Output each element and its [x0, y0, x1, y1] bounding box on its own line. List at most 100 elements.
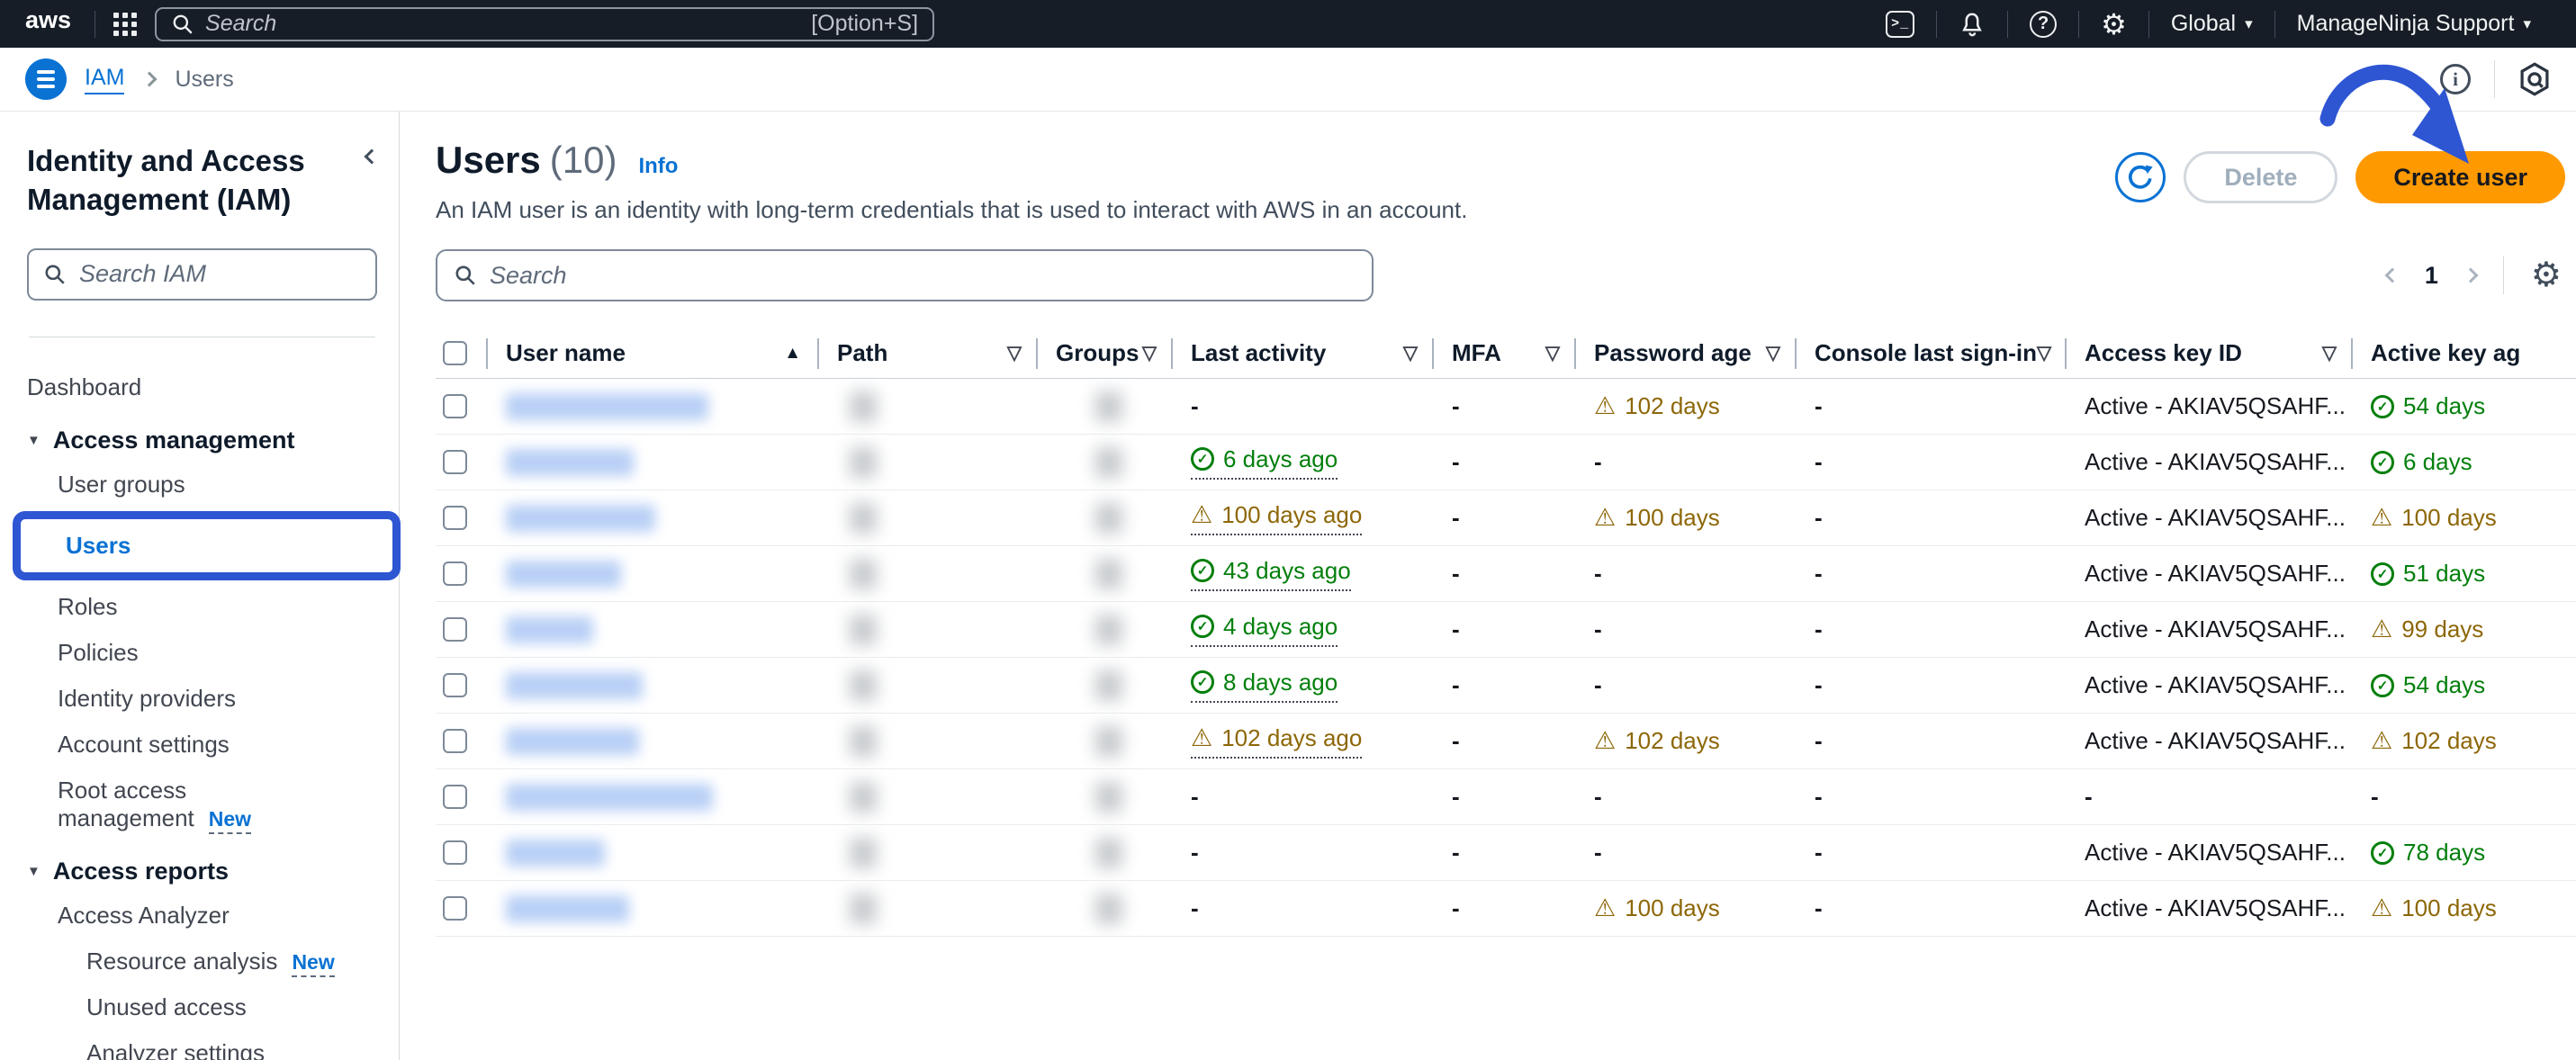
user-name-cell[interactable] [488, 881, 819, 936]
mfa-cell: - [1434, 714, 1576, 768]
help-button[interactable]: ? [2008, 0, 2078, 48]
row-checkbox[interactable] [443, 729, 467, 753]
path-cell [819, 546, 1038, 601]
column-header-path[interactable]: Path▽ [819, 328, 1038, 378]
sidebar-item-account-settings[interactable]: Account settings [27, 722, 377, 768]
region-selector[interactable]: Global ▾ [2149, 0, 2274, 48]
user-name-cell[interactable] [488, 658, 819, 713]
previous-page-icon[interactable] [2384, 268, 2400, 283]
notifications-button[interactable] [1937, 0, 2007, 48]
sidebar-item-user-groups[interactable]: User groups [27, 462, 377, 508]
amazon-q-icon[interactable] [2518, 62, 2551, 96]
row-checkbox[interactable] [443, 896, 467, 921]
status-warning-value: ⚠100 days [1594, 894, 1720, 922]
active-key-age-cell: ✓54 days [2353, 658, 2576, 713]
aws-logo[interactable]: aws [23, 6, 77, 41]
sidebar-item-label: Account settings [58, 731, 230, 758]
user-name-cell[interactable] [488, 490, 819, 545]
filter-icon[interactable]: ▽ [1403, 342, 1418, 364]
column-header-password-age[interactable]: Password age▽ [1576, 328, 1797, 378]
table-preferences-icon[interactable]: ⚙ [2531, 258, 2562, 292]
status-text: 99 days [2401, 615, 2483, 643]
groups-cell [1038, 379, 1173, 434]
groups-cell [1038, 658, 1173, 713]
user-name-cell[interactable] [488, 714, 819, 768]
active-key-age-cell: ⚠100 days [2353, 490, 2576, 545]
filter-icon[interactable]: ▽ [1007, 342, 1022, 364]
filter-icon[interactable]: ▽ [1142, 342, 1157, 364]
filter-icon[interactable]: ▽ [1545, 342, 1560, 364]
next-page-icon[interactable] [2463, 268, 2478, 283]
column-header-access-key-id[interactable]: Access key ID▽ [2067, 328, 2353, 378]
sidebar-item-resource-analysis[interactable]: Resource analysisNew [27, 939, 377, 984]
sidebar-item-users[interactable]: Users [35, 523, 392, 569]
column-header-groups[interactable]: Groups▽ [1038, 328, 1173, 378]
status-text: 6 days [2403, 448, 2472, 476]
redacted-groups [1095, 838, 1122, 868]
section-expand-icon[interactable]: ▼ [27, 864, 41, 879]
access-key-id-cell: Active - AKIAV5QSAHF... [2067, 435, 2353, 490]
info-link[interactable]: Info [638, 154, 678, 179]
user-name-cell[interactable] [488, 379, 819, 434]
sidebar-item-analyzer-settings[interactable]: Analyzer settings [27, 1030, 377, 1060]
row-checkbox[interactable] [443, 785, 467, 809]
sidebar-item-roles[interactable]: Roles [27, 584, 377, 630]
section-expand-icon[interactable]: ▼ [27, 433, 41, 448]
services-menu-icon[interactable] [113, 13, 137, 36]
users-search-input[interactable]: Search [436, 249, 1374, 301]
sidebar-search-input[interactable]: Search IAM [27, 248, 377, 301]
user-name-cell[interactable] [488, 602, 819, 657]
empty-value: - [1594, 615, 1602, 643]
filter-icon[interactable]: ▽ [1766, 342, 1780, 364]
delete-button[interactable]: Delete [2184, 151, 2337, 203]
sidebar-section-access-reports[interactable]: ▼Access reports [27, 858, 377, 885]
column-header-mfa[interactable]: MFA▽ [1434, 328, 1576, 378]
iam-sidebar: Identity and Access Management (IAM) Sea… [0, 112, 400, 1060]
sidebar-item-access-analyzer[interactable]: Access Analyzer [27, 893, 377, 939]
column-header-console-last-sign-in[interactable]: Console last sign-in▽ [1797, 328, 2067, 378]
sidebar-section-access-management[interactable]: ▼Access management [27, 427, 377, 454]
user-name-cell[interactable] [488, 825, 819, 880]
settings-button[interactable]: ⚙ [2079, 0, 2148, 48]
hamburger-menu-button[interactable] [25, 58, 67, 100]
row-checkbox[interactable] [443, 450, 467, 474]
password-age-cell: - [1576, 769, 1797, 824]
filter-icon[interactable]: ▽ [2322, 342, 2337, 364]
row-checkbox[interactable] [443, 561, 467, 586]
user-name-cell[interactable] [488, 769, 819, 824]
row-checkbox[interactable] [443, 840, 467, 865]
filter-icon[interactable]: ▽ [2037, 342, 2051, 364]
user-name-cell[interactable] [488, 546, 819, 601]
empty-value: - [1815, 392, 1823, 420]
refresh-button[interactable] [2115, 152, 2166, 202]
sidebar-item-identity-providers[interactable]: Identity providers [27, 676, 377, 722]
row-checkbox[interactable] [443, 506, 467, 530]
select-all-checkbox[interactable] [443, 341, 467, 365]
create-user-button[interactable]: Create user [2355, 151, 2565, 203]
cloudshell-button[interactable]: >_ [1864, 0, 1936, 48]
column-header-last-activity[interactable]: Last activity▽ [1173, 328, 1434, 378]
sidebar-item-root-access-management[interactable]: Root access managementNew [27, 768, 377, 841]
sidebar-item-unused-access[interactable]: Unused access [27, 984, 377, 1030]
empty-value: - [2371, 783, 2379, 811]
column-header-active-key-ag[interactable]: Active key ag [2353, 328, 2576, 378]
global-search-input[interactable]: Search [Option+S] [155, 7, 934, 41]
sort-ascending-icon[interactable]: ▲ [784, 344, 801, 364]
user-name-cell[interactable] [488, 435, 819, 490]
row-checkbox[interactable] [443, 617, 467, 642]
breadcrumb-iam-link[interactable]: IAM [85, 65, 124, 94]
page-number[interactable]: 1 [2425, 262, 2438, 290]
table-row: ✓43 days ago---Active - AKIAV5QSAHF...✓5… [436, 546, 2576, 602]
sidebar-nav: Dashboard▼Access managementUser groupsUs… [27, 364, 377, 1060]
table-row: ----Active - AKIAV5QSAHF...✓78 days [436, 825, 2576, 881]
sidebar-item-dashboard[interactable]: Dashboard [27, 364, 377, 410]
row-checkbox[interactable] [443, 394, 467, 418]
row-checkbox[interactable] [443, 673, 467, 697]
row-select-cell [436, 825, 488, 880]
status-text: 102 days [1625, 727, 1720, 755]
column-header-user-name[interactable]: User name▲ [488, 328, 819, 378]
info-icon[interactable]: i [2440, 64, 2471, 94]
sidebar-item-policies[interactable]: Policies [27, 630, 377, 676]
sidebar-collapse-icon[interactable] [365, 149, 380, 165]
account-menu[interactable]: ManageNinja Support ▾ [2275, 0, 2553, 48]
